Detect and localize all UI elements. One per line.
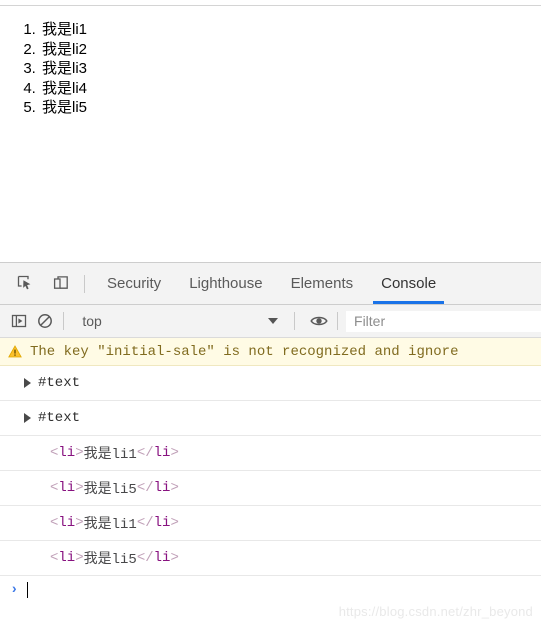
- close-bracket-end: >: [170, 550, 179, 566]
- tag-name: li: [58, 550, 76, 566]
- device-toolbar-button[interactable]: [46, 269, 76, 299]
- inspect-element-button[interactable]: [10, 269, 40, 299]
- console-message-list[interactable]: The key "initial-sale" is not recognized…: [0, 338, 541, 625]
- open-bracket: <: [50, 445, 59, 461]
- live-expression-button[interactable]: [308, 308, 329, 334]
- close-bracket: </: [136, 515, 154, 531]
- tag-text-content: 我是li5: [83, 552, 137, 568]
- tab-security[interactable]: Security: [93, 263, 175, 304]
- open-bracket: <: [50, 515, 59, 531]
- chevron-down-icon: [268, 318, 279, 324]
- console-html-message[interactable]: < li > 我是li5 </li >: [0, 471, 541, 506]
- tab-lighthouse[interactable]: Lighthouse: [175, 263, 276, 304]
- clear-console-button[interactable]: [35, 308, 56, 334]
- close-tag-name: li: [153, 515, 171, 531]
- close-bracket-end: >: [170, 515, 179, 531]
- inspect-element-icon: [17, 275, 30, 290]
- close-bracket: </: [136, 550, 154, 566]
- open-bracket: <: [50, 480, 59, 496]
- open-bracket: <: [50, 550, 59, 566]
- prompt-chevron-icon: ›: [10, 582, 19, 598]
- clear-console-icon: [38, 314, 52, 328]
- ordered-list: 我是li1 我是li2 我是li3 我是li4 我是li5: [0, 6, 541, 118]
- disclosure-triangle-icon[interactable]: [24, 413, 31, 423]
- open-bracket-end: >: [75, 515, 84, 531]
- close-tag-name: li: [153, 445, 171, 461]
- close-tag-name: li: [153, 550, 171, 566]
- close-bracket-end: >: [170, 445, 179, 461]
- toolbar-divider: [294, 312, 296, 330]
- close-bracket: </: [136, 445, 154, 461]
- toolbar-divider: [84, 274, 85, 293]
- list-item: 我是li2: [40, 40, 541, 60]
- list-item: 我是li5: [40, 98, 541, 118]
- tab-console[interactable]: Console: [367, 263, 450, 304]
- console-prompt[interactable]: ›: [0, 576, 541, 604]
- tag-name: li: [58, 515, 76, 531]
- execution-context-value: top: [82, 313, 102, 329]
- devtools-tabbar: Security Lighthouse Elements Console: [0, 263, 541, 305]
- device-toolbar-icon: [53, 276, 68, 289]
- tag-text-content: 我是li5: [83, 482, 137, 498]
- open-bracket-end: >: [75, 480, 84, 496]
- text-caret: [27, 582, 29, 598]
- warning-message-text: The key "initial-sale" is not recognized…: [30, 343, 459, 360]
- live-expression-eye-icon: [309, 316, 328, 326]
- tag-name: li: [58, 445, 76, 461]
- execution-context-select[interactable]: top: [72, 308, 286, 334]
- console-warning-message[interactable]: The key "initial-sale" is not recognized…: [0, 338, 541, 366]
- warning-triangle-icon: [8, 345, 22, 358]
- node-label: #text: [38, 375, 81, 391]
- tag-name: li: [58, 480, 76, 496]
- console-toolbar: top: [0, 305, 541, 338]
- toolbar-divider: [337, 312, 339, 330]
- disclosure-triangle-icon[interactable]: [24, 378, 31, 388]
- close-bracket-end: >: [170, 480, 179, 496]
- console-html-message[interactable]: < li > 我是li1 </li >: [0, 436, 541, 471]
- console-html-message[interactable]: < li > 我是li1 </li >: [0, 506, 541, 541]
- console-node-message[interactable]: #text: [0, 366, 541, 401]
- console-html-message[interactable]: < li > 我是li5 </li >: [0, 541, 541, 576]
- toolbar-divider: [63, 312, 65, 330]
- devtools-panel: Security Lighthouse Elements Console top: [0, 262, 541, 625]
- open-bracket-end: >: [75, 550, 84, 566]
- console-sidebar-toggle-button[interactable]: [9, 308, 30, 334]
- console-sidebar-icon: [12, 314, 27, 328]
- page-viewport: 我是li1 我是li2 我是li3 我是li4 我是li5: [0, 6, 541, 262]
- list-item: 我是li3: [40, 59, 541, 79]
- tab-elements[interactable]: Elements: [277, 263, 368, 304]
- tag-text-content: 我是li1: [83, 447, 137, 463]
- filter-input[interactable]: [346, 310, 541, 332]
- node-label: #text: [38, 410, 81, 426]
- close-bracket: </: [136, 480, 154, 496]
- list-item: 我是li4: [40, 79, 541, 99]
- console-node-message[interactable]: #text: [0, 401, 541, 436]
- list-item: 我是li1: [40, 20, 541, 40]
- tag-text-content: 我是li1: [83, 517, 137, 533]
- close-tag-name: li: [153, 480, 171, 496]
- open-bracket-end: >: [75, 445, 84, 461]
